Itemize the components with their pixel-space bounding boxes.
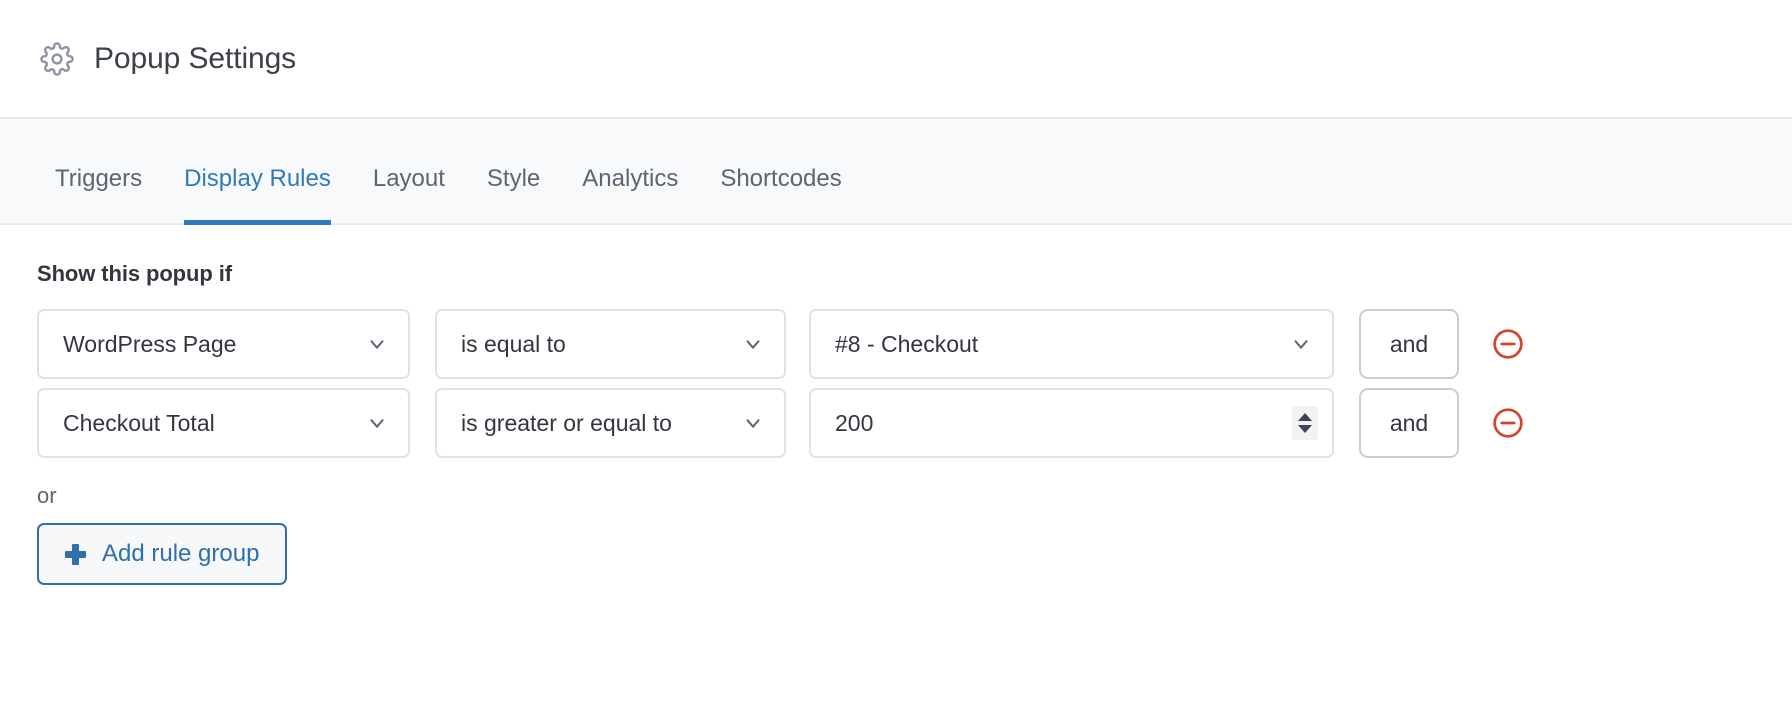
tab-layout[interactable]: Layout — [352, 165, 466, 223]
chevron-down-icon — [366, 333, 388, 355]
rule-conjunction-button[interactable]: and — [1359, 388, 1459, 458]
rule-operator-select[interactable]: is equal to — [435, 309, 786, 379]
rules-section-label: Show this popup if — [37, 261, 232, 286]
plus-icon — [65, 543, 86, 565]
tab-style[interactable]: Style — [466, 165, 561, 223]
rule-value-text: 200 — [835, 409, 874, 436]
rule-operator-value: is greater or equal to — [461, 409, 672, 436]
rule-subject-select[interactable]: Checkout Total — [37, 388, 410, 458]
rule-subject-value: WordPress Page — [63, 330, 237, 357]
tab-display-rules[interactable]: Display Rules — [163, 165, 352, 225]
display-rules-panel: Show this popup if WordPress Page is equ… — [0, 225, 1792, 585]
circle-minus-icon — [1491, 406, 1525, 440]
rule-value-text: #8 - Checkout — [835, 330, 979, 357]
table-row: Checkout Total is greater or equal to 20… — [37, 388, 1792, 458]
rule-operator-select[interactable]: is greater or equal to — [435, 388, 786, 458]
remove-rule-button[interactable] — [1491, 327, 1525, 361]
tab-analytics[interactable]: Analytics — [561, 165, 699, 223]
number-stepper-icon[interactable] — [1292, 406, 1318, 440]
table-row: WordPress Page is equal to #8 - Checkout… — [37, 309, 1792, 379]
page-header: Popup Settings — [0, 0, 1792, 119]
rule-subject-select[interactable]: WordPress Page — [37, 309, 410, 379]
chevron-down-icon — [742, 333, 764, 355]
rule-subject-value: Checkout Total — [63, 409, 215, 436]
page-title: Popup Settings — [94, 41, 297, 75]
tab-bar: Triggers Display Rules Layout Style Anal… — [0, 119, 1792, 225]
add-rule-group-label: Add rule group — [102, 540, 260, 567]
chevron-down-icon — [366, 412, 388, 434]
rule-value-number-input[interactable]: 200 — [809, 388, 1334, 458]
gear-icon — [40, 41, 74, 76]
chevron-down-icon — [742, 412, 764, 434]
tab-shortcodes[interactable]: Shortcodes — [699, 165, 862, 223]
rule-operator-value: is equal to — [461, 330, 566, 357]
rule-group-or-label: or — [37, 483, 57, 508]
circle-minus-icon — [1491, 327, 1525, 361]
rule-conjunction-button[interactable]: and — [1359, 309, 1459, 379]
remove-rule-button[interactable] — [1491, 406, 1525, 440]
rule-value-select[interactable]: #8 - Checkout — [809, 309, 1334, 379]
chevron-down-icon — [1290, 333, 1312, 355]
tab-triggers[interactable]: Triggers — [34, 165, 163, 223]
add-rule-group-button[interactable]: Add rule group — [37, 523, 288, 585]
